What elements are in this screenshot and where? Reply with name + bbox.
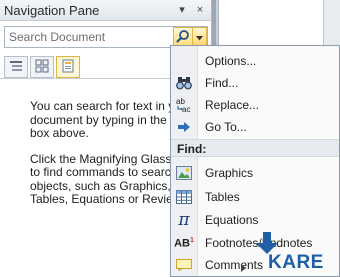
tab-browse-pages[interactable] xyxy=(30,56,54,78)
chevron-down-icon xyxy=(196,30,203,44)
menu-item-label: Options... xyxy=(205,54,257,68)
menu-item-label: Equations xyxy=(205,213,259,227)
pane-header: Navigation Pane ▾ × xyxy=(0,0,211,21)
close-icon[interactable]: × xyxy=(193,3,207,17)
tab-browse-results[interactable] xyxy=(56,56,80,78)
svg-text:ac: ac xyxy=(182,105,190,113)
search-input[interactable] xyxy=(5,28,173,46)
results-page-icon xyxy=(62,59,74,76)
menu-item-equations[interactable]: π Equations xyxy=(171,209,340,231)
menu-item-tables[interactable]: Tables xyxy=(171,186,340,208)
search-button[interactable] xyxy=(173,27,193,47)
pane-title: Navigation Pane xyxy=(4,2,100,18)
search-options-dropdown-button[interactable] xyxy=(193,27,207,47)
menu-item-find[interactable]: Find... xyxy=(171,72,340,94)
menu-section-find: Find: xyxy=(171,139,339,157)
menu-item-replace[interactable]: ab ac Replace... xyxy=(171,94,340,116)
watermark-text: KARE xyxy=(268,252,324,273)
comment-icon xyxy=(171,254,197,276)
menu-item-label: Tables xyxy=(205,190,240,204)
tab-browse-headings[interactable] xyxy=(4,56,28,78)
arrow-right-icon xyxy=(171,116,197,138)
pi-icon: π xyxy=(178,210,190,230)
menu-item-label: Find... xyxy=(205,76,239,90)
submenu-arrow-icon xyxy=(241,261,247,275)
picture-icon xyxy=(171,162,197,184)
task-pane-options-icon[interactable]: ▾ xyxy=(175,3,189,17)
menu-item-label: Graphics xyxy=(205,166,254,180)
pages-grid-icon xyxy=(35,59,49,76)
table-icon xyxy=(171,186,197,208)
headings-icon xyxy=(9,59,23,76)
pane-header-controls: ▾ × xyxy=(175,3,207,17)
menu-item-graphics[interactable]: Graphics xyxy=(171,162,340,184)
binoculars-icon xyxy=(171,72,197,94)
browse-tabs xyxy=(4,56,80,78)
footnote-icon: AB1 xyxy=(174,236,194,250)
menu-item-label: Replace... xyxy=(205,98,260,112)
menu-item-goto[interactable]: Go To... xyxy=(171,116,340,138)
menu-item-label: Go To... xyxy=(205,120,247,134)
watermark: KARE xyxy=(252,232,340,277)
replace-icon: ab ac xyxy=(171,94,197,116)
menu-item-options[interactable]: Options... xyxy=(171,50,340,72)
options-spacer xyxy=(171,50,197,72)
magnifying-glass-icon xyxy=(176,29,190,46)
